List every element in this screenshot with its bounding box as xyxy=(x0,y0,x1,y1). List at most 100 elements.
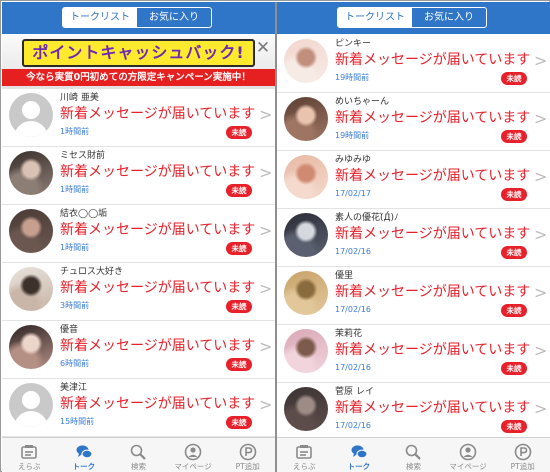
unread-badge: 未読 xyxy=(226,126,252,139)
list-item[interactable]: ピンキー 新着メッセージが届いています 19時間前 未読 > xyxy=(277,35,550,93)
message-preview: 新着メッセージが届いています xyxy=(60,106,256,122)
message-preview: 新着メッセージが届いています xyxy=(60,164,256,180)
list-item[interactable]: 優里 新着メッセージが届いています 17/02/16 未読 > xyxy=(277,267,550,325)
tab-chat[interactable]: トーク xyxy=(57,438,112,472)
list-item[interactable]: 茉莉花 新着メッセージが届いています 17/02/16 未読 > xyxy=(277,325,550,383)
mypage-icon xyxy=(459,443,477,461)
list-item[interactable]: 結衣◯◯垢 新着メッセージが届いています 1時間前 未読 > xyxy=(2,205,275,263)
tab-mypage[interactable]: マイページ xyxy=(166,438,221,472)
avatar-photo[interactable] xyxy=(9,267,53,311)
avatar-photo[interactable] xyxy=(284,39,328,83)
avatar-head-shape xyxy=(22,391,40,409)
avatar-photo[interactable] xyxy=(9,209,53,253)
message-preview: 新着メッセージが届いています xyxy=(335,284,531,300)
banner-subtitle: 今なら実質0円初めての方限定キャンペーン実施中！ xyxy=(2,69,275,86)
contact-name: めいちゃーん xyxy=(335,97,390,107)
contact-name: 結衣◯◯垢 xyxy=(60,209,108,219)
header-bar: トークリスト お気に入り xyxy=(2,2,275,34)
tab-favorites[interactable]: お気に入り xyxy=(412,8,486,27)
chat-icon xyxy=(350,443,368,461)
select-icon xyxy=(20,443,38,461)
timestamp: 15時間前 xyxy=(60,417,95,426)
timestamp: 1時間前 xyxy=(60,243,90,252)
timestamp: 6時間前 xyxy=(60,359,90,368)
unread-badge: 未読 xyxy=(501,304,527,317)
tab-label: マイページ xyxy=(174,462,212,471)
bottom-tab-bar: えらぶ トーク 検索 マイページ PT追加 xyxy=(277,437,550,472)
unread-badge: 未読 xyxy=(226,300,252,313)
list-item[interactable]: みゆみゆ 新着メッセージが届いています 17/02/17 未読 > xyxy=(277,151,550,209)
avatar-body-shape xyxy=(14,411,48,427)
cashback-banner[interactable]: ポイントキャッシュバック! 今なら実質0円初めての方限定キャンペーン実施中！ ✕ xyxy=(2,35,275,89)
message-preview: 新着メッセージが届いています xyxy=(335,168,531,184)
list-item[interactable]: 美津江 新着メッセージが届いています 15時間前 未読 > xyxy=(2,379,275,437)
search-icon xyxy=(404,443,422,461)
tab-label: 検索 xyxy=(130,462,146,471)
search-icon xyxy=(129,443,147,461)
message-preview: 新着メッセージが届いています xyxy=(335,52,531,68)
avatar-photo[interactable] xyxy=(284,329,328,373)
list-item[interactable]: チュロス大好き 新着メッセージが届いています 3時間前 未読 > xyxy=(2,263,275,321)
segmented-control: トークリスト お気に入り xyxy=(337,7,487,28)
tab-favorites[interactable]: お気に入り xyxy=(137,8,211,27)
list-item[interactable]: 川崎 亜美 新着メッセージが届いています 1時間前 未読 > xyxy=(2,89,275,147)
avatar-photo[interactable] xyxy=(9,325,53,369)
list-item[interactable]: 優音 新着メッセージが届いています 6時間前 未読 > xyxy=(2,321,275,379)
tab-select[interactable]: えらぶ xyxy=(2,438,57,472)
avatar-photo[interactable] xyxy=(284,155,328,199)
avatar-photo[interactable] xyxy=(284,271,328,315)
contact-name: ミセス財前 xyxy=(60,151,106,161)
unread-badge: 未読 xyxy=(501,362,527,375)
list-item[interactable]: めいちゃーん 新着メッセージが届いています 19時間前 未読 > xyxy=(277,93,550,151)
timestamp: 17/02/16 xyxy=(335,247,371,256)
points-icon xyxy=(239,443,257,461)
tab-label: えらぶ xyxy=(293,462,316,471)
tab-talk-list[interactable]: トークリスト xyxy=(338,8,412,27)
timestamp: 1時間前 xyxy=(60,185,90,194)
close-icon[interactable]: ✕ xyxy=(255,40,271,57)
screenshot-frame: トークリスト お気に入り ポイントキャッシュバック! 今なら実質0円初めての方限… xyxy=(0,0,550,472)
chevron-right-icon: > xyxy=(534,225,548,244)
message-preview: 新着メッセージが届いています xyxy=(335,226,531,242)
timestamp: 17/02/16 xyxy=(335,305,371,314)
chevron-right-icon: > xyxy=(534,167,548,186)
tab-chat[interactable]: トーク xyxy=(332,438,387,472)
list-item[interactable]: ミセス財前 新着メッセージが届いています 1時間前 未読 > xyxy=(2,147,275,205)
chevron-right-icon: > xyxy=(259,221,273,240)
tab-talk-list[interactable]: トークリスト xyxy=(63,8,137,27)
contact-name: 菅原 レイ xyxy=(335,387,374,397)
avatar-photo[interactable] xyxy=(284,213,328,257)
avatar-photo[interactable] xyxy=(284,387,328,431)
select-icon xyxy=(295,443,313,461)
talk-list: 川崎 亜美 新着メッセージが届いています 1時間前 未読 > ミセス財前 新着メッセージが届… xyxy=(2,89,275,437)
avatar-placeholder-icon[interactable] xyxy=(9,383,53,427)
contact-name: 優里 xyxy=(335,271,354,281)
unread-badge: 未読 xyxy=(501,246,527,259)
timestamp: 19時間前 xyxy=(335,131,370,140)
avatar-body-shape xyxy=(14,121,48,137)
avatar-placeholder-icon[interactable] xyxy=(9,93,53,137)
tab-points[interactable]: PT追加 xyxy=(495,438,550,472)
talk-list: ピンキー 新着メッセージが届いています 19時間前 未読 > めいちゃーん 新着メッセージが… xyxy=(277,35,550,441)
points-icon xyxy=(514,443,532,461)
tab-points[interactable]: PT追加 xyxy=(220,438,275,472)
tab-search[interactable]: 検索 xyxy=(386,438,441,472)
avatar-photo[interactable] xyxy=(284,97,328,141)
tab-label: PT追加 xyxy=(510,462,535,471)
avatar-photo[interactable] xyxy=(9,151,53,195)
unread-badge: 未読 xyxy=(501,420,527,433)
chevron-right-icon: > xyxy=(534,51,548,70)
tab-select[interactable]: えらぶ xyxy=(277,438,332,472)
message-preview: 新着メッセージが届いています xyxy=(335,110,531,126)
list-item[interactable]: 菅原 レイ 新着メッセージが届いています 17/02/16 未読 > xyxy=(277,383,550,441)
header-bar: トークリスト お気に入り xyxy=(277,2,550,34)
list-item[interactable]: 素人の優花(̀Д́)ﾉ 新着メッセージが届いています 17/02/16 未読 > xyxy=(277,209,550,267)
tab-mypage[interactable]: マイページ xyxy=(441,438,496,472)
tab-label: 検索 xyxy=(405,462,421,471)
mypage-icon xyxy=(184,443,202,461)
chevron-right-icon: > xyxy=(534,399,548,418)
unread-badge: 未読 xyxy=(226,416,252,429)
tab-search[interactable]: 検索 xyxy=(111,438,166,472)
timestamp: 17/02/17 xyxy=(335,189,371,198)
message-preview: 新着メッセージが届いています xyxy=(60,338,256,354)
